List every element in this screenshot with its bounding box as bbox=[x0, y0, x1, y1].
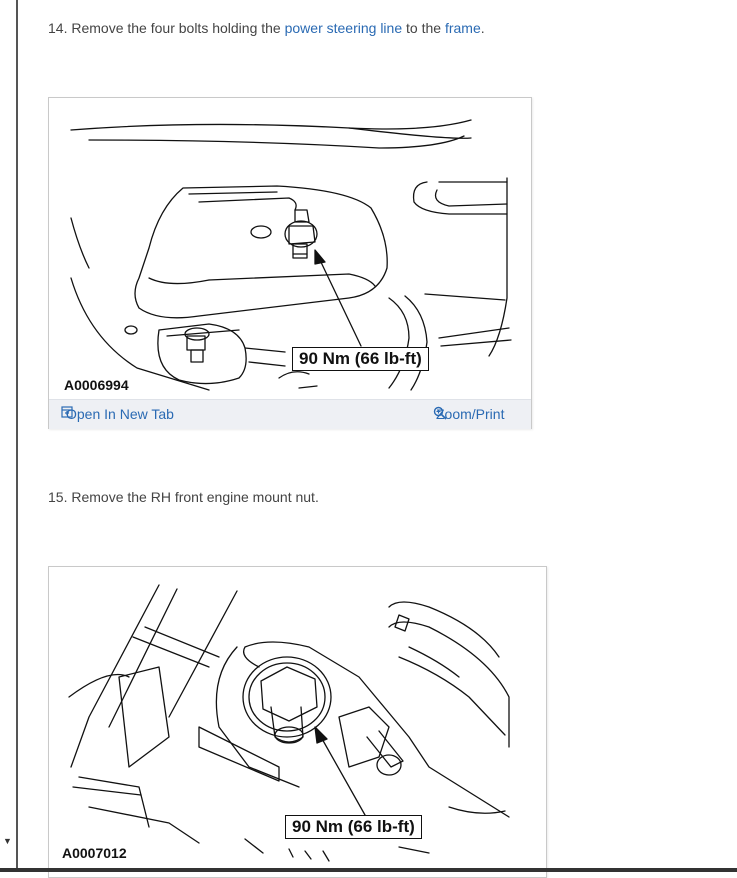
left-scrollbar[interactable]: ▼ bbox=[0, 0, 18, 872]
power-steering-line-link[interactable]: power steering line bbox=[285, 20, 403, 36]
step-number: 15. bbox=[48, 489, 68, 505]
figure-toolbar: Open In New Tab Zoom/Print bbox=[49, 399, 531, 429]
scroll-down-arrow-icon[interactable]: ▼ bbox=[3, 836, 12, 846]
figure-id: A0007012 bbox=[62, 845, 127, 861]
open-in-new-tab-label: Open In New Tab bbox=[66, 406, 174, 422]
step-text: Remove the RH front engine mount nut. bbox=[71, 489, 319, 505]
step-text: . bbox=[480, 20, 485, 36]
step-text: to the bbox=[406, 20, 442, 36]
torque-callout: 90 Nm (66 lb-ft) bbox=[285, 815, 422, 839]
torque-callout: 90 Nm (66 lb-ft) bbox=[292, 347, 429, 371]
figure-a0006994: A0006994 90 Nm (66 lb-ft) Open In New Ta… bbox=[48, 97, 532, 429]
open-in-new-tab-button[interactable]: Open In New Tab bbox=[61, 406, 174, 422]
engine-bracket-illustration bbox=[70, 119, 512, 391]
step-14: 14. Remove the four bolts holding the po… bbox=[48, 20, 485, 36]
step-text: Remove the four bolts holding the bbox=[71, 20, 281, 36]
figure-id: A0006994 bbox=[64, 377, 129, 393]
figure-a0007012: A0007012 90 Nm (66 lb-ft) bbox=[48, 566, 547, 878]
step-number: 14. bbox=[48, 20, 68, 36]
zoom-print-button[interactable]: Zoom/Print bbox=[433, 406, 504, 422]
bottom-edge bbox=[0, 868, 737, 872]
frame-link[interactable]: frame bbox=[445, 20, 481, 36]
step-15: 15. Remove the RH front engine mount nut… bbox=[48, 489, 319, 505]
